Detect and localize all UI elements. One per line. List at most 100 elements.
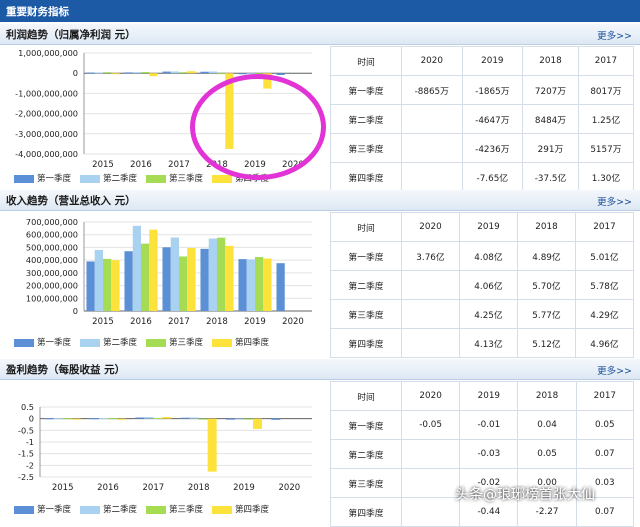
x-tick-label: 2017 xyxy=(143,483,165,493)
bar-2015-q4 xyxy=(111,260,120,311)
section-title: 收入趋势（营业总收入 元） xyxy=(6,195,136,207)
table-row: 第四季度 4.13亿 5.12亿 4.96亿 xyxy=(330,328,634,358)
row-label: 第二季度 xyxy=(330,104,402,134)
bar-2018-q3 xyxy=(217,73,226,75)
table-cell: 0.05 xyxy=(517,439,577,469)
more-link[interactable]: 更多>> xyxy=(597,194,632,208)
bar-2017-q3 xyxy=(153,417,163,419)
y-tick-label: 100,000,000 xyxy=(26,293,78,303)
table-header-row: 时间 2020 2019 2018 2017 xyxy=(330,212,634,242)
data-table: 时间 2020 2019 2018 2017 第一季度 3.76亿 4.08亿 4.89亿 5.0… xyxy=(330,212,634,358)
x-tick-label: 2015 xyxy=(52,483,74,493)
table-cell xyxy=(400,439,461,469)
bar-2015-q1 xyxy=(44,418,54,420)
bar-2015-q2 xyxy=(94,72,103,74)
legend-label: 第二季度 xyxy=(103,338,138,348)
table-header-row: 时间 2020 2019 2018 2017 xyxy=(330,46,635,76)
table-cell: 4.29亿 xyxy=(575,299,634,329)
table-cell xyxy=(401,270,460,300)
bar-2017-q1 xyxy=(135,417,145,419)
bar-2016-q2 xyxy=(132,225,141,311)
table-cell xyxy=(401,162,463,192)
data-table: 时间 2020 2019 2018 2017 第一季度 -8865万 -1865万 7207万 8… xyxy=(330,46,635,192)
table-row: 第一季度 -0.05 -0.01 0.04 0.05 xyxy=(330,410,635,440)
y-tick-label: -3,000,000,000 xyxy=(15,129,78,139)
legend-swatch xyxy=(212,338,233,347)
table-cell: -37.5亿 xyxy=(522,162,579,192)
x-tick-label: 2020 xyxy=(279,483,301,493)
bar-2016-q4 xyxy=(117,418,126,420)
bar-2018-q4 xyxy=(207,418,217,472)
row-label: 第三季度 xyxy=(330,299,402,329)
x-tick-label: 2019 xyxy=(244,317,266,327)
table-header-cell: 2019 xyxy=(459,212,518,242)
table-header-cell: 2018 xyxy=(522,46,579,76)
table-cell: 0.07 xyxy=(575,439,635,469)
bar-2015-q2 xyxy=(53,418,63,420)
table-cell: -0.03 xyxy=(459,439,519,469)
legend-item: 第二季度 xyxy=(80,172,137,184)
x-tick-label: 2015 xyxy=(92,317,114,327)
more-link[interactable]: 更多>> xyxy=(597,28,632,42)
y-tick-label: -2.5 xyxy=(18,472,34,482)
more-link[interactable]: 更多>> xyxy=(597,363,632,377)
table-cell: -0.05 xyxy=(400,410,461,440)
x-tick-label: 2020 xyxy=(282,317,304,327)
table-cell: 8017万 xyxy=(577,75,635,105)
x-tick-label: 2018 xyxy=(188,483,210,493)
legend-swatch xyxy=(80,174,101,183)
bar-2017-q1 xyxy=(162,247,171,311)
y-tick-label: 500,000,000 xyxy=(26,242,78,252)
bar-2020-q1 xyxy=(276,263,285,311)
bar-2016-q1 xyxy=(124,72,133,74)
table-header-cell: 2020 xyxy=(400,381,461,411)
table-header-cell: 2017 xyxy=(575,212,634,242)
table-cell: -4647万 xyxy=(461,104,524,134)
x-tick-label: 2016 xyxy=(97,483,119,493)
bar-2016-q4 xyxy=(149,73,158,77)
table-header-cell: 2017 xyxy=(577,46,635,76)
chart-legend: 第一季度 第二季度 第三季度 第四季度 xyxy=(14,336,278,348)
legend-swatch xyxy=(80,338,101,347)
watermark-text: 头条@琅琊榜首张大仙 xyxy=(455,487,595,503)
legend-swatch xyxy=(80,505,101,514)
bar-2019-q1 xyxy=(226,418,235,420)
chart-area: 0.5 0 -0.5 -1 -1.5 -2 -2.5 2015 2016 2017 2018 2019… xyxy=(0,381,318,517)
legend-swatch xyxy=(146,338,167,347)
x-tick-label: 2018 xyxy=(206,317,228,327)
section-title: 利润趋势（归属净利润 元） xyxy=(6,29,136,41)
eps-bar-chart: 0.5 0-0.5 -1 -1.5-2 -2.5 2015 2016 2017 2018 2019… xyxy=(18,402,312,493)
legend-swatch xyxy=(146,174,167,183)
y-tick-label: 400,000,000 xyxy=(26,255,78,265)
table-cell: 4.13亿 xyxy=(459,328,518,358)
bar-2018-q2 xyxy=(189,417,199,419)
y-tick-label: 0 xyxy=(29,414,34,424)
bar-2016-q4 xyxy=(149,229,158,311)
bar-2018-q1 xyxy=(180,417,190,419)
bar-2015-q1 xyxy=(86,261,95,311)
table-cell: 5.70亿 xyxy=(517,270,576,300)
y-tick-label: -2 xyxy=(26,460,34,470)
table-header-cell: 时间 xyxy=(330,46,402,76)
y-tick-label: 1,000,000,000 xyxy=(18,48,78,58)
table-header-cell: 2019 xyxy=(461,46,524,76)
table-header-cell: 2018 xyxy=(517,381,577,411)
legend-swatch xyxy=(146,505,167,514)
y-tick-label: -1,000,000,000 xyxy=(15,88,78,98)
row-label: 第一季度 xyxy=(330,75,402,105)
y-tick-label: 700,000,000 xyxy=(26,217,78,227)
profit-trend-section: 利润趋势（归属净利润 元） 更多>> 1,000,000,000 0 -1,000,… xyxy=(0,24,640,192)
table-row: 第三季度 -4236万 291万 5157万 xyxy=(330,133,635,163)
bar-2016-q2 xyxy=(132,72,141,74)
bar-2018-q1 xyxy=(200,71,209,74)
section-header: 利润趋势（归属净利润 元） 更多>> xyxy=(0,24,640,45)
x-tick-label: 2017 xyxy=(168,160,190,170)
legend-item: 第二季度 xyxy=(80,336,137,348)
legend-label: 第四季度 xyxy=(235,505,270,515)
y-tick-label: 0.5 xyxy=(21,402,34,412)
bar-2019-q4 xyxy=(263,258,272,311)
table-cell: 3.76亿 xyxy=(401,241,460,271)
table-header-cell: 2020 xyxy=(401,212,460,242)
table-cell: 5.12亿 xyxy=(517,328,576,358)
bar-2016-q3 xyxy=(108,418,117,420)
